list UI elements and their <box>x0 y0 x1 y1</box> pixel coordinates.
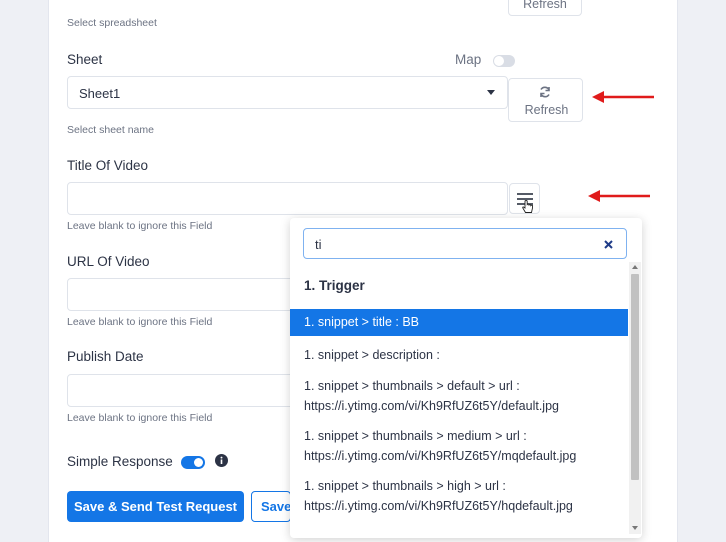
sheet-select[interactable]: Sheet1 <box>67 76 508 109</box>
caret-down-icon <box>487 90 495 95</box>
spreadsheet-help-text: Select spreadsheet <box>67 17 157 29</box>
option-label: 1. snippet > thumbnails > default > url … <box>304 379 520 393</box>
title-help-text: Leave blank to ignore this Field <box>67 220 213 232</box>
option-label: 1. snippet > thumbnails > medium > url : <box>304 429 527 443</box>
save-send-test-request-button[interactable]: Save & Send Test Request <box>67 491 244 522</box>
publish-help-text: Leave blank to ignore this Field <box>67 412 213 424</box>
publish-date-label: Publish Date <box>67 349 144 364</box>
info-icon[interactable] <box>215 454 228 467</box>
field-mapping-dropdown: ti 1. Trigger 1. snippet > title : BB 1.… <box>290 218 642 538</box>
option-value: https://i.ytimg.com/vi/Kh9RfUZ6t5Y/defau… <box>304 399 559 413</box>
arrow-annotation <box>588 190 650 202</box>
dropdown-scrollbar[interactable] <box>629 262 641 534</box>
dropdown-option[interactable]: 1. snippet > description : <box>290 345 628 365</box>
refresh-icon <box>540 86 550 98</box>
save-button[interactable]: Save <box>251 491 291 522</box>
dropdown-option[interactable]: 1. snippet > thumbnails > default > url … <box>290 376 628 416</box>
map-toggle[interactable] <box>493 55 515 67</box>
option-label: 1. snippet > thumbnails > high > url : <box>304 479 506 493</box>
dropdown-search-input[interactable]: ti <box>303 228 627 259</box>
dropdown-group-title: 1. Trigger <box>304 278 365 293</box>
dropdown-option[interactable]: 1. snippet > thumbnails > medium > url :… <box>290 426 628 466</box>
sheet-help-text: Select sheet name <box>67 124 154 136</box>
option-label: 1. snippet > description : <box>304 348 440 362</box>
scroll-up-icon[interactable] <box>632 265 638 269</box>
clear-icon[interactable] <box>604 240 613 249</box>
search-value: ti <box>315 237 322 252</box>
url-of-video-label: URL Of Video <box>67 254 150 269</box>
title-of-video-label: Title Of Video <box>67 158 149 173</box>
scrollbar-thumb[interactable] <box>631 274 639 480</box>
simple-response-toggle[interactable] <box>181 456 205 469</box>
option-label: 1. snippet > title : BB <box>304 315 419 329</box>
sheet-label: Sheet <box>67 52 103 67</box>
sheet-refresh-button[interactable]: Refresh <box>508 78 583 122</box>
title-of-video-input[interactable] <box>67 182 508 215</box>
field-mapping-button[interactable] <box>509 183 540 214</box>
dropdown-option[interactable]: 1. snippet > thumbnails > high > url : h… <box>290 476 628 516</box>
scroll-down-icon[interactable] <box>632 526 638 530</box>
spreadsheet-refresh-button[interactable]: Refresh <box>508 0 582 16</box>
dropdown-option[interactable]: 1. snippet > title : BB <box>290 309 628 336</box>
refresh-label: Refresh <box>524 103 569 117</box>
refresh-label: Refresh <box>523 0 567 11</box>
sheet-select-value: Sheet1 <box>79 86 121 101</box>
simple-response-label: Simple Response <box>67 454 173 469</box>
cursor-hand-icon <box>522 200 533 213</box>
option-value: https://i.ytimg.com/vi/Kh9RfUZ6t5Y/mqdef… <box>304 449 577 463</box>
url-help-text: Leave blank to ignore this Field <box>67 316 213 328</box>
arrow-annotation <box>592 91 654 103</box>
map-label: Map <box>455 52 482 67</box>
option-value: https://i.ytimg.com/vi/Kh9RfUZ6t5Y/hqdef… <box>304 499 573 513</box>
